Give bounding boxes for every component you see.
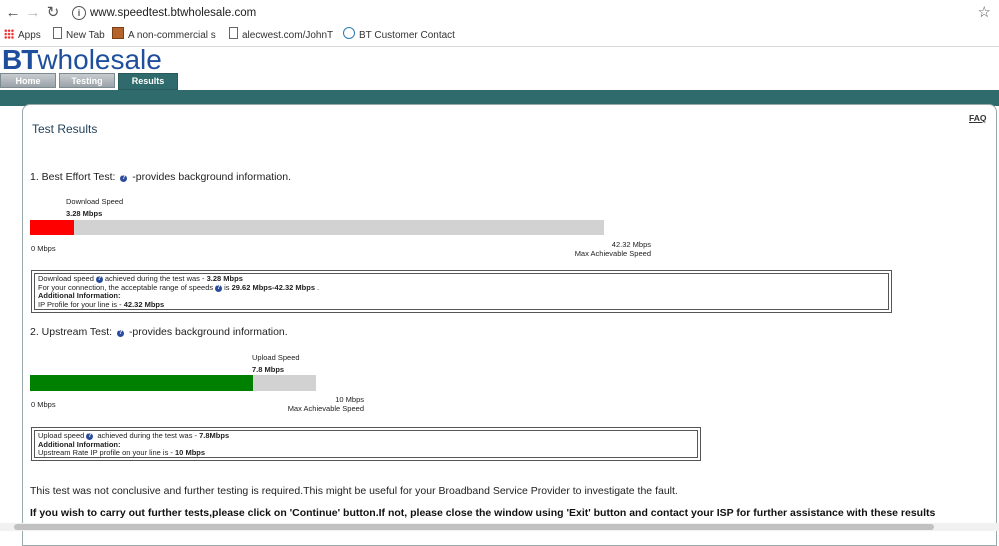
upload-info-line: Upload speed? achieved during the test w…: [38, 431, 694, 441]
download-info-line: IP Profile for your line is - 42.32 Mbps: [38, 299, 885, 310]
info-text: Upstream Rate IP profile on your line is…: [38, 448, 176, 458]
download-info-box: Download speed? achieved during the test …: [31, 270, 892, 313]
download-section-suffix: -provides background information.: [132, 171, 292, 183]
tab-results[interactable]: Results: [118, 73, 178, 90]
bookmark-bt-customer-contact[interactable]: BT Customer Contact: [343, 26, 455, 46]
info-text: achieved during the test was -: [95, 431, 200, 440]
page-title: Test Results: [32, 122, 98, 136]
chat-icon: [343, 27, 355, 39]
download-speed-bar: [30, 220, 604, 235]
back-arrow-icon[interactable]: ←: [4, 4, 22, 22]
bookmark-label: New Tab: [66, 30, 105, 41]
logo-wholesale-text: wholesale: [37, 44, 162, 75]
download-max-label: Max Achievable Speed: [574, 249, 651, 258]
upload-speed-value: 7.8 Mbps: [252, 365, 285, 374]
page-icon: [229, 27, 238, 39]
info-icon[interactable]: i: [72, 6, 86, 20]
help-icon[interactable]: ?: [120, 175, 128, 182]
info-text: Upload speed: [38, 431, 85, 440]
info-text: .: [315, 282, 320, 292]
bookmark-alecwest[interactable]: alecwest.com/JohnTit: [229, 26, 333, 46]
upload-info-content: Upload speed? achieved during the test w…: [34, 430, 698, 458]
upload-speed-bar-fill: [30, 375, 253, 391]
bookmark-label: alecwest.com/JohnTit: [242, 30, 333, 41]
help-icon[interactable]: ?: [215, 284, 223, 292]
download-min-label: 0 Mbps: [31, 244, 56, 253]
instructions-text: If you wish to carry out further tests,p…: [30, 507, 936, 519]
bookmark-label: Apps: [18, 30, 41, 41]
faq-link[interactable]: FAQ: [969, 113, 986, 123]
upload-max-value: 10 Mbps: [335, 395, 364, 404]
bt-wholesale-logo[interactable]: BTwholesale: [2, 44, 162, 76]
page-icon: [53, 27, 62, 39]
image-icon: [112, 27, 124, 39]
download-section-heading: 1. Best Effort Test:: [30, 171, 116, 183]
info-value: 7.8Mbps: [199, 431, 230, 440]
help-icon[interactable]: ?: [117, 330, 125, 337]
result-note: This test was not conclusive and further…: [30, 485, 678, 497]
upload-max-label: Max Achievable Speed: [287, 404, 364, 413]
forward-arrow-icon[interactable]: →: [24, 4, 42, 22]
apps-grid-icon: [4, 29, 14, 39]
bookmark-non-commercial[interactable]: A non-commercial se: [112, 26, 216, 46]
bookmark-star-icon[interactable]: ☆: [978, 3, 991, 23]
bookmark-label: BT Customer Contact: [359, 30, 455, 41]
horizontal-scrollbar[interactable]: [0, 523, 999, 531]
info-text: is: [224, 282, 232, 292]
info-value: 29.62 Mbps-42.32 Mbps: [231, 282, 315, 292]
upload-min-label: 0 Mbps: [31, 400, 56, 409]
download-info-line: For your connection, the acceptable rang…: [38, 282, 885, 293]
url-text: www.speedtest.btwholesale.com: [90, 7, 257, 19]
download-info-line: Additional Information:: [38, 291, 121, 301]
tab-testing[interactable]: Testing: [59, 73, 115, 88]
upload-info-box: Upload speed? achieved during the test w…: [31, 427, 701, 461]
address-bar[interactable]: i www.speedtest.btwholesale.com ☆: [64, 3, 999, 23]
bookmark-new-tab[interactable]: New Tab: [53, 26, 109, 46]
info-value: 10 Mbps: [175, 448, 206, 458]
download-speed-bar-fill: [30, 220, 74, 235]
scrollbar-thumb[interactable]: [14, 524, 934, 530]
upload-speed-bar: [30, 375, 316, 391]
download-section-title: 1. Best Effort Test: ? -provides backgro…: [30, 171, 291, 183]
browser-toolbar: ← → ↻ i www.speedtest.btwholesale.com ☆: [0, 0, 999, 27]
upload-section-title: 2. Upstream Test: ? -provides background…: [30, 326, 288, 338]
download-speed-label: Download Speed: [66, 197, 124, 206]
download-max-value: 42.32 Mbps: [611, 240, 651, 249]
bookmark-apps[interactable]: Apps: [4, 26, 48, 46]
tab-home[interactable]: Home: [0, 73, 56, 88]
download-speed-value: 3.28 Mbps: [66, 209, 103, 218]
upload-section-heading: 2. Upstream Test:: [30, 326, 113, 338]
info-value: 42.32 Mbps: [123, 299, 165, 309]
upload-section-suffix: -provides background information.: [128, 326, 288, 338]
reload-icon[interactable]: ↻: [44, 4, 62, 22]
upload-speed-label: Upload Speed: [252, 353, 300, 362]
bookmark-label: A non-commercial se: [128, 30, 216, 41]
info-text: IP Profile for your line is -: [38, 299, 124, 309]
upload-info-line: Upstream Rate IP profile on your line is…: [38, 448, 694, 458]
download-info-content: Download speed? achieved during the test …: [34, 273, 889, 310]
help-icon[interactable]: ?: [86, 433, 94, 440]
logo-bt-text: BT: [2, 44, 38, 75]
